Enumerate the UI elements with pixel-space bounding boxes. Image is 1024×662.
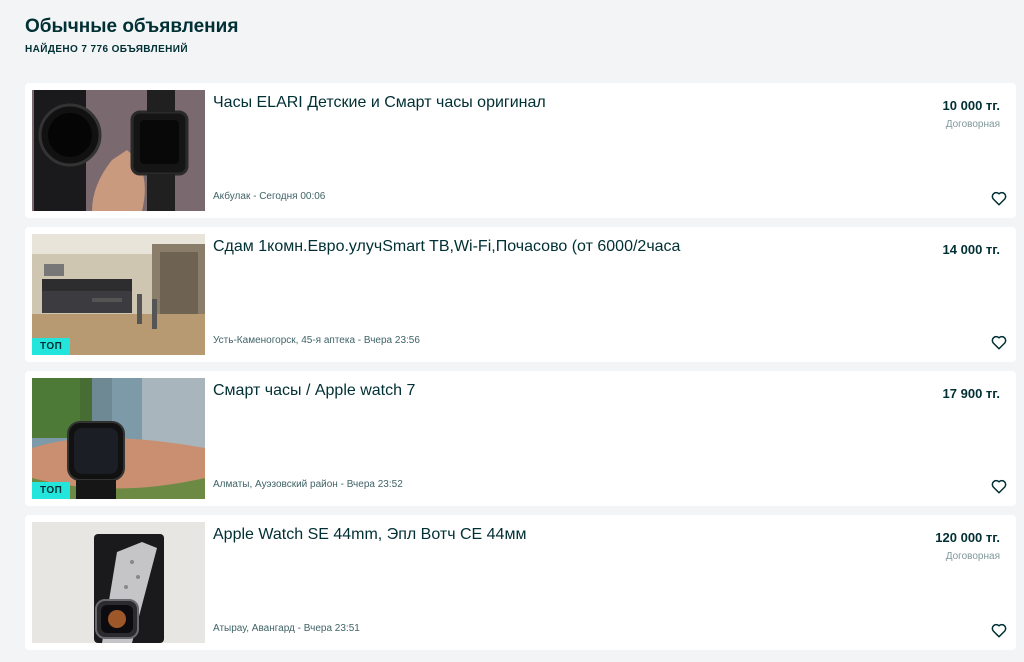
- listing-photo[interactable]: [32, 90, 205, 211]
- listing-card[interactable]: ТОП Смарт часы / Apple watch 7 Алматы, А…: [25, 371, 1016, 506]
- listing-price: 120 000 тг.: [935, 530, 1000, 545]
- favorite-button[interactable]: [989, 188, 1009, 208]
- heart-icon: [991, 335, 1007, 350]
- listing-photo[interactable]: ТОП: [32, 234, 205, 355]
- favorite-button[interactable]: [989, 332, 1009, 352]
- heart-icon: [991, 191, 1007, 206]
- listing-card[interactable]: Apple Watch SE 44mm, Эпл Вотч СЕ 44мм Ат…: [25, 515, 1016, 650]
- listing-price: 14 000 тг.: [942, 242, 1000, 257]
- top-badge: ТОП: [32, 338, 71, 355]
- listing-title[interactable]: Часы ELARI Детские и Смарт часы оригинал: [213, 94, 546, 112]
- listing-photo[interactable]: ТОП: [32, 378, 205, 499]
- listing-card[interactable]: Часы ELARI Детские и Смарт часы оригинал…: [25, 83, 1016, 218]
- listing-list: Часы ELARI Детские и Смарт часы оригинал…: [25, 83, 1016, 659]
- favorite-button[interactable]: [989, 620, 1009, 640]
- top-badge: ТОП: [32, 482, 71, 499]
- photo-apple-watch-wrist: [32, 378, 205, 499]
- listing-location-date: Атырау, Авангард - Вчера 23:51: [213, 623, 360, 634]
- listing-title[interactable]: Apple Watch SE 44mm, Эпл Вотч СЕ 44мм: [213, 526, 526, 544]
- listing-location-date: Усть-Каменогорск, 45-я аптека - Вчера 23…: [213, 335, 420, 346]
- listing-negotiable: Договорная: [945, 551, 1000, 562]
- photo-apartment: [32, 234, 205, 355]
- heart-icon: [991, 479, 1007, 494]
- listing-negotiable: Договорная: [945, 119, 1000, 130]
- photo-smartwatches: [32, 90, 205, 211]
- listing-photo[interactable]: [32, 522, 205, 643]
- listing-card[interactable]: ТОП Сдам 1комн.Евро.улучSmart TB,Wi-Fi,П…: [25, 227, 1016, 362]
- favorite-button[interactable]: [989, 476, 1009, 496]
- page-title: Обычные объявления: [25, 16, 239, 37]
- heart-icon: [991, 623, 1007, 638]
- listing-title[interactable]: Сдам 1комн.Евро.улучSmart TB,Wi-Fi,Почас…: [213, 238, 680, 256]
- listing-price: 17 900 тг.: [942, 386, 1000, 401]
- results-count: НАЙДЕНО 7 776 ОБЪЯВЛЕНИЙ: [25, 44, 188, 55]
- listing-location-date: Акбулак - Сегодня 00:06: [213, 191, 326, 202]
- listing-location-date: Алматы, Ауэзовский район - Вчера 23:52: [213, 479, 403, 490]
- listing-price: 10 000 тг.: [942, 98, 1000, 113]
- photo-apple-watch-se: [32, 522, 205, 643]
- listing-title[interactable]: Смарт часы / Apple watch 7: [213, 382, 415, 400]
